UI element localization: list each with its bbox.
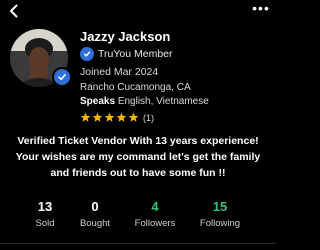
top-bar: ••• — [0, 0, 276, 24]
divider — [0, 243, 276, 244]
bio: Verified Ticket Vendor With 13 years exp… — [15, 135, 261, 179]
stat-value: 0 — [91, 199, 99, 214]
chevron-left-icon[interactable] — [6, 3, 22, 19]
stat-following[interactable]: 15 Following — [190, 199, 250, 231]
location: Rancho Cucamonga, CA — [80, 82, 191, 93]
star-icon — [92, 112, 103, 122]
speaks-label: Speaks — [80, 96, 116, 107]
profile-name: Jazzy Jackson — [80, 29, 171, 44]
member-label: TruYou Member — [98, 48, 173, 60]
languages: Speaks English, Vietnamese — [80, 96, 209, 107]
avatar-container[interactable] — [10, 29, 72, 89]
rating-stars — [80, 112, 140, 123]
stat-value: 4 — [151, 199, 159, 214]
stats-row: 13 Sold 0 Bought 4 Followers 15 Followin… — [0, 199, 276, 235]
star-icon — [116, 112, 127, 122]
stat-label: Followers — [134, 218, 176, 229]
verified-check-icon — [80, 47, 94, 61]
stat-label: Following — [199, 218, 241, 229]
star-icon — [128, 112, 139, 122]
rating-count: (1) — [143, 112, 154, 123]
stat-bought[interactable]: 0 Bought — [65, 199, 125, 231]
star-icon — [104, 112, 115, 122]
verified-badge-icon — [52, 67, 72, 87]
member-status: TruYou Member — [80, 47, 173, 61]
stat-followers[interactable]: 4 Followers — [125, 199, 185, 231]
stat-value: 15 — [212, 199, 228, 214]
star-icon — [80, 112, 91, 122]
rating[interactable]: (1) — [80, 112, 154, 123]
stat-label: Bought — [79, 218, 111, 229]
joined-date: Joined Mar 2024 — [80, 66, 159, 78]
more-options-icon[interactable]: ••• — [252, 1, 270, 18]
languages-value: English, Vietnamese — [117, 96, 209, 107]
